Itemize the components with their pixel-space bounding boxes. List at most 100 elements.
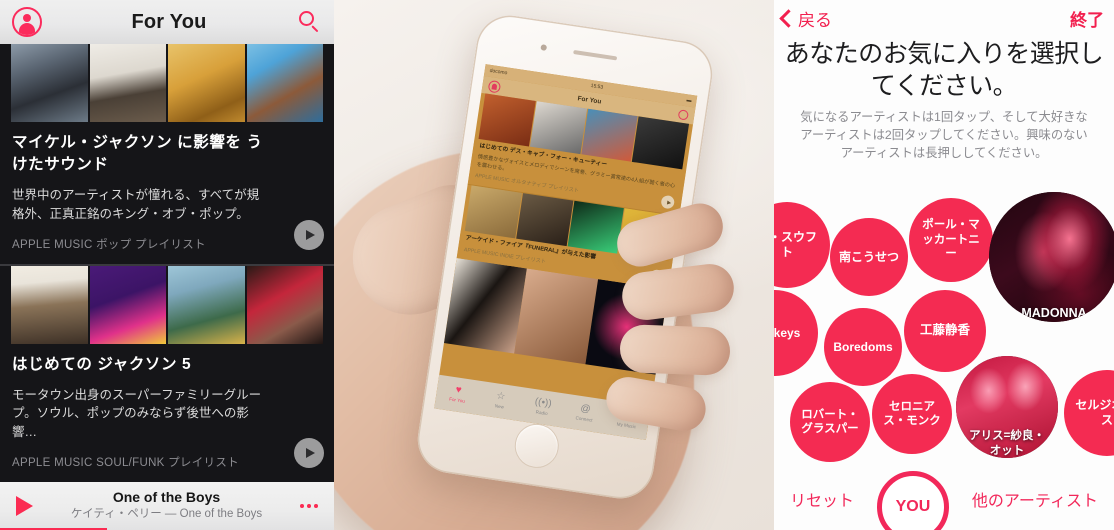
album-art [580,108,638,162]
clock-label: 15:53 [590,82,604,91]
artist-bubble[interactable]: ロバート・グラスパー [790,382,870,462]
tab-label: For You [448,396,466,405]
playlist-card[interactable]: マイケル・ジャクソン に影響を うけたサウンド 世界中のアーティストが憧れる、す… [0,44,334,266]
album-art-strip [0,265,334,344]
album-art [89,265,166,344]
now-playing-info: One of the Boys ケイティ・ペリー — One of the Bo… [33,489,300,523]
artist-bubble[interactable]: Boredoms [824,308,902,386]
play-icon[interactable] [16,496,33,516]
radio-icon: ((•)) [533,396,553,411]
artist-bubble[interactable]: ー・スウフト [774,202,830,288]
more-dots-icon[interactable] [300,504,320,508]
album-art [529,101,587,155]
tab-connect[interactable]: @ Connect [562,402,607,425]
artist-bubble-label: 工藤静香 [919,323,970,338]
more-artists-button[interactable]: 他のアーティスト [972,487,1098,511]
page-subheading: 気になるアーティストは1回タップ、そして大好きなアーティストは2回タップしてくだ… [800,110,1088,161]
reset-button[interactable]: リセット [790,487,854,511]
artist-bubble-label: ロバート・グラスパー [801,408,859,435]
carrier-label: docomo [489,67,508,77]
now-playing-title: One of the Boys [112,488,221,505]
back-button[interactable]: 戻る [779,6,832,31]
album-art [464,185,522,239]
artist-bubble-label: ポール・マッカートニー [922,219,980,261]
artist-bubble[interactable]: MADONNA [989,192,1114,322]
tab-label: My Music [616,421,637,430]
done-button[interactable]: 終了 [1070,6,1104,31]
album-art [443,258,528,354]
artist-bubble-label: Boredoms [833,339,893,354]
play-icon[interactable] [294,219,324,250]
account-icon[interactable] [487,79,502,94]
search-icon[interactable] [296,9,322,35]
card-kicker: APPLE MUSIC SOUL/FUNK プレイリスト [12,456,239,469]
artist-bubble-label: ー・スウフト [774,230,817,259]
artist-photo [989,192,1114,322]
artist-bubble-label: MADONNA [1021,306,1087,321]
artist-bubble-label: 南こうせつ [838,249,899,264]
artist-bubble[interactable]: セロニアス・モンク [872,374,952,454]
card-description: モータウン出身のスーパーファミリーグループ。ソウル、ポップのみならず後世への影響… [12,387,262,440]
star-icon: ☆ [495,390,507,404]
artist-bubble[interactable]: セルジオ デス [1064,370,1114,456]
album-art [168,265,245,344]
card-description: 世界中のアーティストが憧れる、すべてが規格外、正真正銘のキング・オブ・ポップ。 [12,188,260,221]
page-title: For You [131,10,207,33]
artist-bubble-label: アリス=紗良・オット [969,430,1045,457]
tab-label: New [494,403,505,411]
tab-for-you[interactable]: ♥ For You [435,383,480,406]
album-art [11,265,88,344]
tab-new[interactable]: ☆ New [478,389,523,412]
artist-bubble[interactable]: ctic keys [774,290,818,376]
hand-holding-iphone-photo: docomo 15:53 ▬ For You はじめての デス・キャブ・フォー・… [334,0,774,530]
card-kicker: APPLE MUSIC ポップ プレイリスト [12,238,206,251]
tab-label: Connect [575,415,593,424]
for-you-feed[interactable]: マイケル・ジャクソン に影響を うけたサウンド 世界中のアーティストが憧れる、す… [0,44,334,482]
card-title: はじめての ジャクソン 5 [12,355,192,373]
album-art [478,93,536,147]
now-playing-subtitle: ケイティ・ペリー — One of the Boys [70,508,263,521]
chevron-left-icon [779,8,798,28]
card-body: はじめての ジャクソン 5 モータウン出身のスーパーファミリーグループ。ソウル、… [0,344,334,482]
album-art [11,44,88,122]
back-label: 戻る [798,10,832,30]
page-heading: あなたのお気に入りを選択してください。 [784,40,1104,100]
picker-footer: リセット YOU 他のアーティスト [774,468,1114,530]
artist-bubble[interactable]: ポール・マッカートニー [909,198,993,282]
artist-bubble[interactable]: 南こうせつ [830,218,908,296]
artist-picker-screen: 戻る 終了 あなたのお気に入りを選択してください。 気になるアーティストは1回タ… [774,0,1114,530]
card-title: マイケル・ジャクソン に影響を うけたサウンド [12,134,263,173]
earpiece-speaker [573,50,618,61]
header-block: あなたのお気に入りを選択してください。 気になるアーティストは1回タップ、そして… [774,34,1114,163]
artist-bubble[interactable]: アリス=紗良・オット [956,356,1058,458]
artist-bubble-label: セロニアス・モンク [883,400,941,427]
navigation-bar: 戻る 終了 [774,0,1114,34]
tab-radio[interactable]: ((•)) Radio [520,396,565,419]
album-art [246,44,323,122]
heart-icon: ♥ [454,384,463,397]
artist-bubble-label: ctic keys [774,325,801,340]
album-art [515,193,573,247]
playlist-card[interactable]: はじめての ジャクソン 5 モータウン出身のスーパーファミリーグループ。ソウル、… [0,265,334,482]
artist-bubble-label: セルジオ デス [1075,398,1114,427]
album-art [514,268,598,365]
battery-icon: ▬ [686,97,692,104]
tab-label: Radio [535,409,548,417]
front-camera-icon [540,44,548,51]
finger [619,324,731,376]
navigation-bar: For You [0,0,334,44]
album-art [89,44,166,122]
at-icon: @ [579,403,592,416]
now-playing-bar[interactable]: One of the Boys ケイティ・ペリー — One of the Bo… [0,482,334,530]
home-button[interactable] [511,420,562,471]
album-art [632,116,690,170]
album-art [246,265,323,344]
account-icon[interactable] [12,7,42,37]
search-icon[interactable] [677,108,690,121]
album-art [168,44,245,122]
you-button[interactable]: YOU [876,471,949,530]
card-body: マイケル・ジャクソン に影響を うけたサウンド 世界中のアーティストが憧れる、す… [0,122,334,264]
artist-bubble-cloud[interactable]: ー・スウフト南こうせつ ポール・マッカートニー MADONNA ctic keys Bo… [774,190,1114,470]
play-icon[interactable] [294,437,324,468]
album-art-strip [0,44,334,122]
